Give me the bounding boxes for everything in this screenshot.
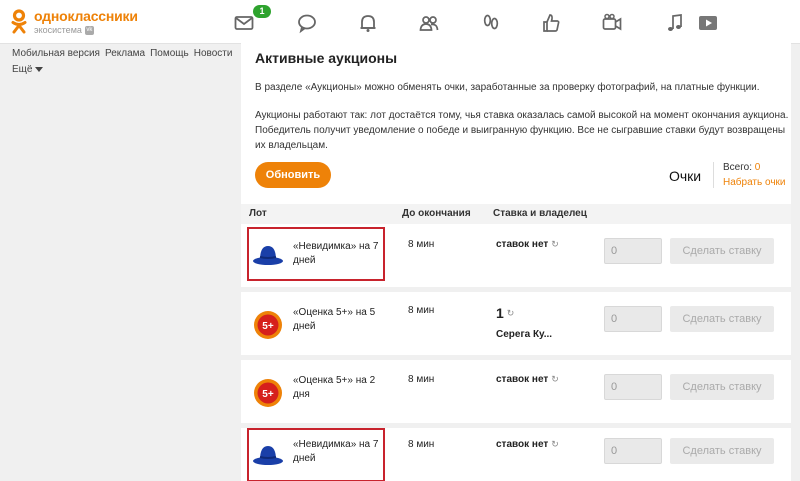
friends-icon[interactable] bbox=[418, 12, 440, 34]
bid-value: ставок нет bbox=[496, 439, 549, 450]
bid-value: 1 bbox=[496, 305, 504, 321]
lot-name: «Оценка 5+» на 5 дней bbox=[293, 307, 376, 332]
points-label: Очки bbox=[669, 168, 702, 184]
reload-icon[interactable]: ↻ bbox=[551, 374, 559, 385]
link-ads[interactable]: Реклама bbox=[105, 46, 145, 62]
refresh-button[interactable]: Обновить bbox=[255, 162, 331, 188]
footer-links: Мобильная версия Реклама Помощь Новости … bbox=[12, 46, 237, 78]
page-title: Активные аукционы bbox=[255, 50, 398, 66]
place-bid-button[interactable]: Сделать ставку bbox=[670, 438, 774, 464]
reload-icon[interactable]: ↻ bbox=[551, 239, 559, 250]
bid-value: ставок нет bbox=[496, 374, 549, 385]
auction-row: 5+ «Оценка 5+» на 2 дня 8 мин ставок нет… bbox=[241, 360, 791, 420]
music-icon[interactable] bbox=[664, 12, 686, 34]
messages-badge: 1 bbox=[253, 5, 271, 18]
mail-icon[interactable] bbox=[233, 12, 255, 34]
link-help[interactable]: Помощь bbox=[150, 46, 189, 62]
video-icon[interactable] bbox=[697, 12, 719, 34]
more-menu[interactable]: Ещё bbox=[12, 62, 237, 78]
auctions-rules: Аукционы работают так: лот достаётся том… bbox=[255, 110, 789, 151]
bid-status: ставок нет ↻ bbox=[496, 439, 559, 450]
like-icon[interactable] bbox=[540, 12, 562, 34]
time-remaining: 8 мин bbox=[408, 305, 435, 316]
time-remaining: 8 мин bbox=[408, 439, 435, 450]
bell-icon[interactable] bbox=[357, 12, 379, 34]
reload-icon[interactable]: ↻ bbox=[507, 308, 515, 319]
collect-points-link[interactable]: Набрать очки bbox=[723, 177, 786, 188]
bid-status: 1 ↻ bbox=[496, 305, 514, 321]
five-plus-text: 5+ bbox=[262, 389, 274, 400]
auction-row: «Невидимка» на 7 дней 8 мин ставок нет ↻… bbox=[241, 428, 791, 481]
bid-value: ставок нет bbox=[496, 239, 549, 250]
points-divider bbox=[713, 162, 714, 188]
lot-name: «Невидимка» на 7 дней bbox=[293, 241, 379, 266]
vk-badge: vk bbox=[84, 25, 94, 35]
logo-title: одноклассники bbox=[34, 8, 138, 24]
hat-icon bbox=[253, 246, 283, 265]
time-remaining: 8 мин bbox=[408, 239, 435, 250]
link-news[interactable]: Новости bbox=[194, 46, 233, 62]
auctions-card: Активные аукционы В разделе «Аукционы» м… bbox=[241, 38, 791, 481]
auctions-description: В разделе «Аукционы» можно обменять очки… bbox=[255, 82, 760, 93]
bid-input[interactable]: 0 bbox=[604, 238, 662, 264]
auction-row: 5+ «Оценка 5+» на 5 дней 8 мин 1 ↻ Серег… bbox=[241, 292, 791, 352]
footprints-icon[interactable] bbox=[480, 12, 502, 34]
place-bid-button[interactable]: Сделать ставку bbox=[670, 374, 774, 400]
auction-row: «Невидимка» на 7 дней 8 мин ставок нет ↻… bbox=[241, 224, 791, 284]
bid-input[interactable]: 0 bbox=[604, 438, 662, 464]
time-remaining: 8 мин bbox=[408, 374, 435, 385]
lot-name: «Оценка 5+» на 2 дня bbox=[293, 375, 376, 400]
bid-input[interactable]: 0 bbox=[604, 374, 662, 400]
points-total: Всего: 0 bbox=[723, 162, 760, 173]
column-lot: Лот bbox=[249, 208, 267, 219]
points-total-value: 0 bbox=[754, 162, 761, 173]
five-plus-text: 5+ bbox=[262, 321, 274, 332]
bid-owner[interactable]: Серега Ку... bbox=[496, 329, 552, 340]
logo-subtitle: экосистема bbox=[34, 25, 82, 35]
video-call-icon[interactable] bbox=[601, 12, 623, 34]
bid-status: ставок нет ↻ bbox=[496, 374, 559, 385]
bid-input[interactable]: 0 bbox=[604, 306, 662, 332]
ok-logo[interactable]: одноклассники экосистема vk bbox=[10, 9, 138, 35]
place-bid-button[interactable]: Сделать ставку bbox=[670, 306, 774, 332]
reload-icon[interactable]: ↻ bbox=[551, 439, 559, 450]
column-ends: До окончания bbox=[402, 208, 471, 219]
more-label: Ещё bbox=[12, 64, 33, 75]
lot-name: «Невидимка» на 7 дней bbox=[293, 439, 379, 464]
five-plus-icon: 5+ bbox=[254, 311, 282, 339]
bid-status: ставок нет ↻ bbox=[496, 239, 559, 250]
ok-logo-icon bbox=[11, 9, 27, 34]
table-header: Лот До окончания Ставка и владелец bbox=[241, 204, 791, 224]
five-plus-icon: 5+ bbox=[254, 379, 282, 407]
chevron-down-icon bbox=[35, 67, 44, 72]
chat-icon[interactable] bbox=[296, 12, 318, 34]
points-total-label: Всего: bbox=[723, 162, 752, 173]
place-bid-button[interactable]: Сделать ставку bbox=[670, 238, 774, 264]
link-mobile-version[interactable]: Мобильная версия bbox=[12, 46, 100, 62]
column-bid-owner: Ставка и владелец bbox=[493, 208, 587, 219]
hat-icon bbox=[253, 446, 283, 465]
